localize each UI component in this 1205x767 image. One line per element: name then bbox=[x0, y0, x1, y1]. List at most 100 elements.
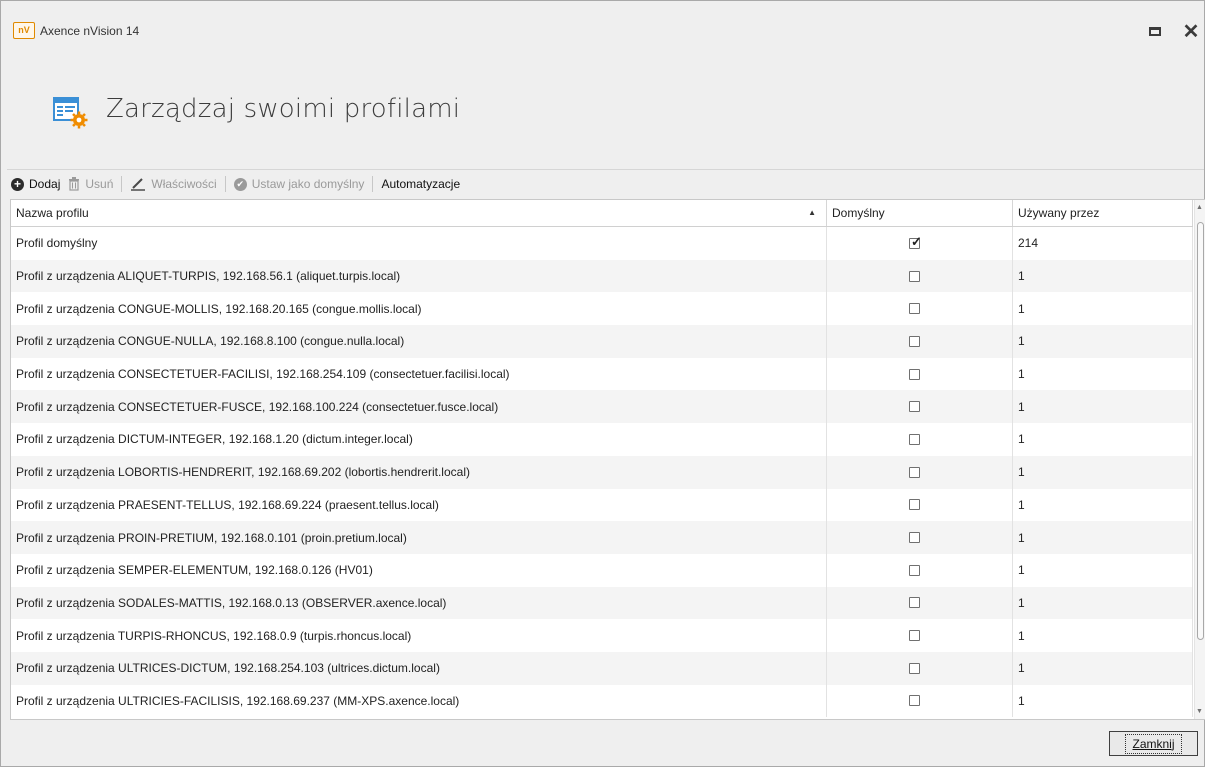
page-title: Zarządzaj swoimi profilami bbox=[106, 94, 461, 124]
default-checkbox[interactable] bbox=[909, 335, 920, 347]
used-by-cell: 1 bbox=[1013, 292, 1193, 326]
table-row[interactable]: Profil z urządzenia ULTRICES-DICTUM, 192… bbox=[11, 651, 1193, 685]
profile-name-cell: Profil z urządzenia CONGUE-NULLA, 192.16… bbox=[11, 325, 827, 358]
used-by-cell: 1 bbox=[1013, 651, 1193, 685]
default-checkbox[interactable] bbox=[909, 433, 920, 445]
default-cell bbox=[827, 619, 1013, 652]
default-checkbox[interactable] bbox=[909, 368, 920, 380]
properties-button[interactable]: Właściwości bbox=[126, 173, 220, 195]
default-checkbox[interactable] bbox=[909, 466, 920, 478]
default-checkbox[interactable] bbox=[909, 662, 920, 674]
profile-name-cell: Profil z urządzenia ULTRICIES-FACILISIS,… bbox=[11, 684, 827, 718]
trash-icon bbox=[69, 177, 80, 191]
used-by-cell: 214 bbox=[1013, 227, 1193, 260]
plus-icon: + bbox=[11, 177, 24, 191]
app-logo-icon: nV bbox=[13, 22, 35, 39]
column-header-name[interactable]: Nazwa profilu ▲ bbox=[11, 200, 827, 226]
profile-name-cell: Profil z urządzenia CONSECTETUER-FACILIS… bbox=[11, 357, 827, 391]
used-by-cell: 1 bbox=[1013, 586, 1193, 620]
table-row[interactable]: Profil z urządzenia ALIQUET-TURPIS, 192.… bbox=[11, 259, 1193, 293]
pencil-icon bbox=[131, 178, 146, 191]
profile-name-cell: Profil z urządzenia CONSECTETUER-FUSCE, … bbox=[11, 390, 827, 424]
maximize-button[interactable] bbox=[1149, 27, 1161, 36]
profile-name-cell: Profil z urządzenia CONGUE-MOLLIS, 192.1… bbox=[11, 292, 827, 326]
default-cell bbox=[827, 684, 1013, 718]
profile-name-cell: Profil z urządzenia DICTUM-INTEGER, 192.… bbox=[11, 423, 827, 456]
table-row[interactable]: Profil z urządzenia CONSECTETUER-FUSCE, … bbox=[11, 390, 1193, 424]
scrollbar-thumb[interactable] bbox=[1197, 222, 1204, 640]
default-checkbox[interactable] bbox=[909, 499, 920, 511]
default-cell bbox=[827, 553, 1013, 587]
default-cell bbox=[827, 651, 1013, 685]
default-cell bbox=[827, 423, 1013, 456]
automation-label: Automatyzacje bbox=[381, 177, 461, 191]
scroll-up-icon[interactable]: ▲ bbox=[1196, 204, 1203, 211]
window-title: Axence nVision 14 bbox=[40, 24, 140, 38]
default-cell bbox=[827, 292, 1013, 326]
used-by-cell: 1 bbox=[1013, 325, 1193, 358]
used-by-cell: 1 bbox=[1013, 684, 1193, 718]
default-checkbox[interactable] bbox=[909, 303, 920, 315]
used-by-cell: 1 bbox=[1013, 357, 1193, 391]
default-cell bbox=[827, 325, 1013, 358]
table-row[interactable]: Profil z urządzenia CONGUE-MOLLIS, 192.1… bbox=[11, 292, 1193, 326]
used-by-cell: 1 bbox=[1013, 619, 1193, 652]
used-by-cell: 1 bbox=[1013, 259, 1193, 293]
toolbar-separator bbox=[121, 176, 123, 192]
automation-button[interactable]: Automatyzacje bbox=[377, 173, 464, 195]
table-row[interactable]: Profil z urządzenia CONSECTETUER-FACILIS… bbox=[11, 357, 1193, 391]
close-window-button[interactable]: ✕ bbox=[1181, 21, 1201, 43]
column-header-label: Nazwa profilu bbox=[16, 206, 89, 220]
table-row[interactable]: Profil z urządzenia ULTRICIES-FACILISIS,… bbox=[11, 684, 1193, 718]
remove-label: Usuń bbox=[85, 177, 114, 191]
profile-name-cell: Profil z urządzenia PROIN-PRETIUM, 192.1… bbox=[11, 521, 827, 554]
default-cell bbox=[827, 390, 1013, 424]
remove-button[interactable]: Usuń bbox=[64, 173, 117, 195]
default-checkbox[interactable] bbox=[909, 532, 920, 544]
profiles-settings-icon bbox=[53, 97, 88, 129]
table-row[interactable]: Profil z urządzenia PRAESENT-TELLUS, 192… bbox=[11, 488, 1193, 522]
table-row[interactable]: Profil z urządzenia DICTUM-INTEGER, 192.… bbox=[11, 423, 1193, 456]
sort-ascending-icon: ▲ bbox=[808, 208, 816, 217]
profile-name-cell: Profil z urządzenia LOBORTIS-HENDRERIT, … bbox=[11, 455, 827, 489]
default-checkbox[interactable] bbox=[909, 597, 920, 609]
table-row[interactable]: Profil z urządzenia CONGUE-NULLA, 192.16… bbox=[11, 325, 1193, 358]
close-dialog-button[interactable]: Zamknij bbox=[1109, 731, 1198, 756]
default-checkbox[interactable] bbox=[909, 630, 920, 642]
table-row[interactable]: Profil z urządzenia SEMPER-ELEMENTUM, 19… bbox=[11, 553, 1193, 587]
default-checkbox[interactable] bbox=[909, 270, 920, 282]
vertical-scrollbar[interactable]: ▲ ▼ bbox=[1194, 200, 1205, 719]
used-by-cell: 1 bbox=[1013, 553, 1193, 587]
default-cell bbox=[827, 357, 1013, 391]
profile-name-cell: Profil z urządzenia SODALES-MATTIS, 192.… bbox=[11, 586, 827, 620]
set-default-button[interactable]: ✔ Ustaw jako domyślny bbox=[230, 173, 369, 195]
profile-name-cell: Profil domyślny bbox=[11, 227, 827, 260]
default-cell bbox=[827, 586, 1013, 620]
table-row[interactable]: Profil z urządzenia PROIN-PRETIUM, 192.1… bbox=[11, 521, 1193, 554]
default-checkbox[interactable] bbox=[909, 234, 922, 250]
title-bar: nV Axence nVision 14 ✕ bbox=[1, 1, 1204, 59]
default-checkbox[interactable] bbox=[909, 695, 920, 707]
table-row[interactable]: Profil z urządzenia TURPIS-RHONCUS, 192.… bbox=[11, 619, 1193, 652]
table-row[interactable]: Profil domyślny 214 bbox=[11, 227, 1193, 260]
table-row[interactable]: Profil z urządzenia SODALES-MATTIS, 192.… bbox=[11, 586, 1193, 620]
table-row[interactable]: Profil z urządzenia LOBORTIS-HENDRERIT, … bbox=[11, 455, 1193, 489]
profile-name-cell: Profil z urządzenia PRAESENT-TELLUS, 192… bbox=[11, 488, 827, 522]
toolbar-separator bbox=[224, 176, 226, 192]
close-dialog-label: Zamknij bbox=[1125, 733, 1182, 754]
default-cell bbox=[827, 227, 1013, 260]
default-cell bbox=[827, 521, 1013, 554]
grid-header: Nazwa profilu ▲ Domyślny Używany przez bbox=[11, 200, 1193, 227]
default-checkbox[interactable] bbox=[909, 401, 920, 413]
column-header-used-by[interactable]: Używany przez bbox=[1013, 200, 1193, 226]
used-by-cell: 1 bbox=[1013, 488, 1193, 522]
scroll-down-icon[interactable]: ▼ bbox=[1196, 708, 1203, 715]
default-checkbox[interactable] bbox=[909, 564, 920, 576]
add-button[interactable]: + Dodaj bbox=[7, 173, 64, 195]
add-label: Dodaj bbox=[29, 177, 61, 191]
column-header-label: Używany przez bbox=[1018, 206, 1100, 220]
grid-rows: Profil domyślny 214 Profil z urządzenia AL… bbox=[11, 227, 1193, 718]
default-cell bbox=[827, 488, 1013, 522]
column-header-default[interactable]: Domyślny bbox=[827, 200, 1013, 226]
profile-name-cell: Profil z urządzenia TURPIS-RHONCUS, 192.… bbox=[11, 619, 827, 652]
